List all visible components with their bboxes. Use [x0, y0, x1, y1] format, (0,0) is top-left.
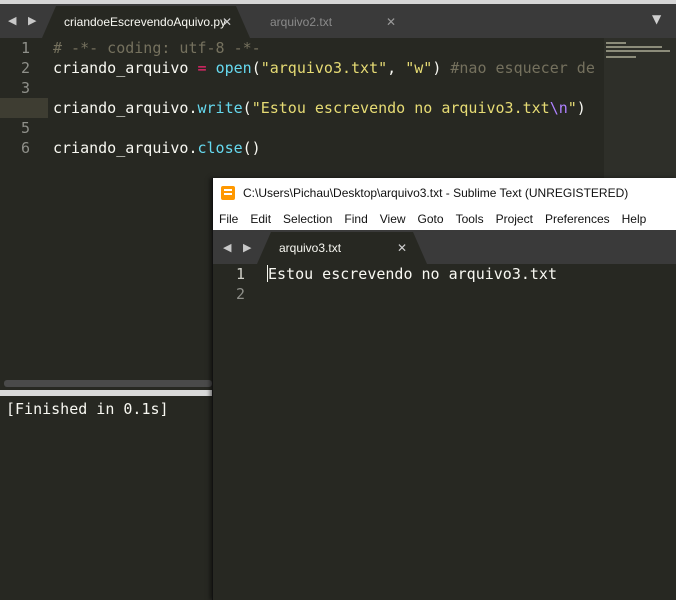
close-tab-icon[interactable]: ✕	[386, 15, 396, 29]
tab-dropdown-icon[interactable]: ▼	[652, 12, 661, 26]
line-number: 3	[20, 79, 30, 97]
menu-help[interactable]: Help	[616, 212, 653, 226]
code-token: write	[197, 99, 243, 117]
title-bar[interactable]: C:\Users\Pichau\Desktop\arquivo3.txt - S…	[213, 178, 676, 208]
line-number: 5	[20, 119, 30, 137]
tab-label: criandoeEscrevendoAquivo.py	[64, 15, 227, 29]
code-token: "w"	[405, 59, 433, 77]
code-token: #nao esquecer de	[450, 59, 595, 77]
code-token: (	[251, 59, 261, 77]
code-token: )	[432, 59, 451, 77]
code-token: \n	[549, 99, 568, 117]
menu-preferences[interactable]: Preferences	[539, 212, 616, 226]
window-top-border	[0, 0, 676, 4]
tab-nav-arrows-icon[interactable]: ◀ ▶	[8, 14, 40, 27]
code-line	[267, 284, 667, 304]
front-code-area[interactable]: Estou escrevendo no arquivo3.txt	[267, 264, 667, 304]
code-token: ()	[242, 139, 261, 157]
code-token: "arquivo3.txt"	[260, 59, 388, 77]
code-line: criando_arquivo = open("arquivo3.txt", "…	[53, 58, 604, 78]
code-token: ,	[387, 59, 406, 77]
code-token: criando_arquivo.	[53, 139, 198, 157]
minimap[interactable]	[604, 38, 676, 178]
build-output-panel: [Finished in 0.1s]	[0, 396, 212, 600]
code-token: # -*- coding: utf-8 -*-	[53, 39, 261, 57]
code-line: Estou escrevendo no arquivo3.txt	[267, 264, 667, 284]
close-tab-icon[interactable]: ✕	[397, 241, 407, 255]
menu-tools[interactable]: Tools	[450, 212, 490, 226]
back-code-area[interactable]: # -*- coding: utf-8 -*- criando_arquivo =…	[53, 38, 604, 158]
tab-label: arquivo2.txt	[270, 15, 333, 29]
tab-criandoeescrevendoaquivo[interactable]: criandoeEscrevendoAquivo.py ✕	[42, 6, 250, 38]
tab-arquivo2[interactable]: arquivo2.txt ✕	[250, 6, 410, 38]
line-number: 1	[20, 39, 30, 57]
code-token: "Estou escrevendo no arquivo3.txt	[251, 99, 550, 117]
menu-view[interactable]: View	[374, 212, 412, 226]
menu-goto[interactable]: Goto	[412, 212, 450, 226]
code-token: close	[197, 139, 243, 157]
code-text: Estou escrevendo no arquivo3.txt	[268, 265, 557, 283]
line-number: 2	[235, 285, 245, 303]
menu-file[interactable]: File	[213, 212, 244, 226]
code-line: # -*- coding: utf-8 -*-	[53, 38, 604, 58]
line-number: 6	[20, 139, 30, 157]
code-token: criando_arquivo.	[53, 99, 198, 117]
front-tab-bar: ◀ ▶ arquivo3.txt ✕	[213, 230, 676, 264]
code-token: (	[242, 99, 252, 117]
menu-edit[interactable]: Edit	[244, 212, 277, 226]
code-line: criando_arquivo.close()	[53, 138, 604, 158]
tab-label: arquivo3.txt	[279, 241, 342, 255]
tab-nav-arrows-icon[interactable]: ◀ ▶	[223, 241, 255, 254]
line-number: 1	[235, 265, 245, 283]
menu-find[interactable]: Find	[338, 212, 373, 226]
horizontal-scrollbar[interactable]	[4, 380, 212, 387]
code-token: )	[576, 99, 586, 117]
sublime-logo-icon	[221, 186, 235, 200]
front-gutter: 12	[213, 264, 245, 304]
current-line-gutter-highlight	[0, 98, 48, 118]
code-token: criando_arquivo	[53, 59, 198, 77]
window-title: C:\Users\Pichau\Desktop\arquivo3.txt - S…	[243, 186, 629, 200]
code-token: open	[215, 59, 252, 77]
front-window: C:\Users\Pichau\Desktop\arquivo3.txt - S…	[212, 178, 676, 600]
close-tab-icon[interactable]: ✕	[222, 15, 232, 29]
menu-selection[interactable]: Selection	[277, 212, 338, 226]
code-line: criando_arquivo.write("Estou escrevendo …	[53, 98, 604, 118]
code-token: =	[197, 59, 207, 77]
menu-bar: File Edit Selection Find View Goto Tools Projec…	[213, 208, 676, 230]
code-token: "	[567, 99, 577, 117]
tab-arquivo3[interactable]: arquivo3.txt ✕	[257, 232, 427, 264]
line-number: 2	[20, 59, 30, 77]
menu-project[interactable]: Project	[490, 212, 539, 226]
